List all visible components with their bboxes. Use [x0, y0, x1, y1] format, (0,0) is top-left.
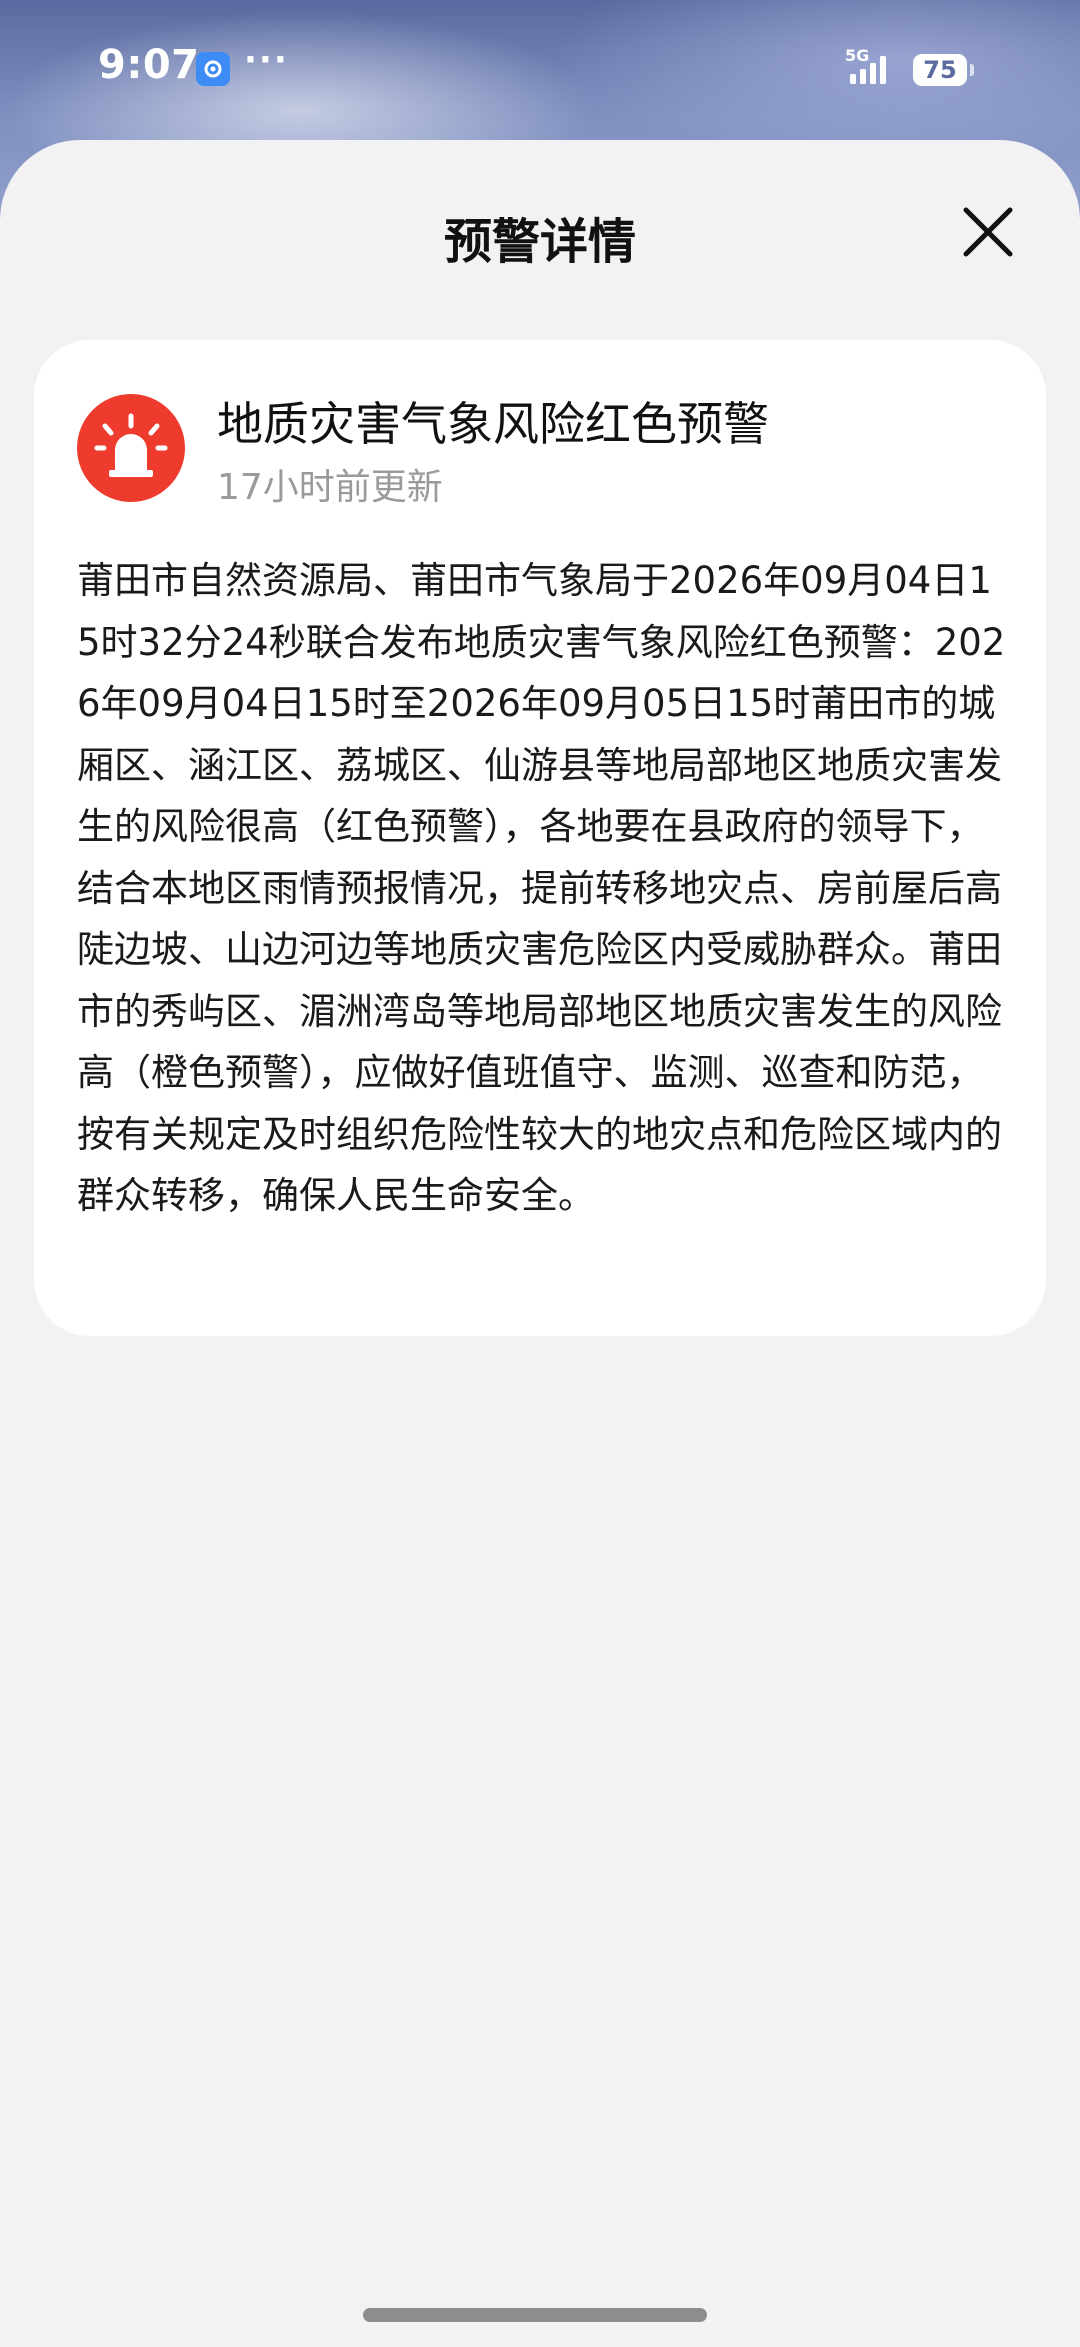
alert-updated-time: 17小时前更新 [217, 467, 443, 508]
sheet-title: 预警详情 [443, 214, 636, 270]
close-icon [963, 207, 1013, 257]
alert-title: 地质灾害气象风险红色预警 [217, 397, 769, 451]
status-more-indicator: ··· [244, 40, 289, 80]
notification-app-icon [196, 52, 230, 86]
alert-body-text: 莆田市自然资源局、莆田市气象局于2026年09月04日15时32分24秒联合发布… [77, 559, 1006, 1217]
alarm-light-icon [77, 394, 185, 502]
status-bar: 9:07 ··· 5G 75 [0, 0, 1080, 140]
home-indicator[interactable] [363, 2308, 707, 2322]
alert-detail-sheet: 预警详情 地质灾害气象风险红色预警 17小时前更新 莆田市自然资源局、莆田市气象… [0, 140, 1080, 2347]
alert-card: 地质灾害气象风险红色预警 17小时前更新 莆田市自然资源局、莆田市气象局于202… [34, 340, 1046, 1336]
status-time: 9:07 [98, 42, 200, 88]
battery-indicator: 75 [913, 54, 974, 86]
close-button[interactable] [958, 202, 1018, 262]
signal-strength-icon [850, 56, 886, 84]
